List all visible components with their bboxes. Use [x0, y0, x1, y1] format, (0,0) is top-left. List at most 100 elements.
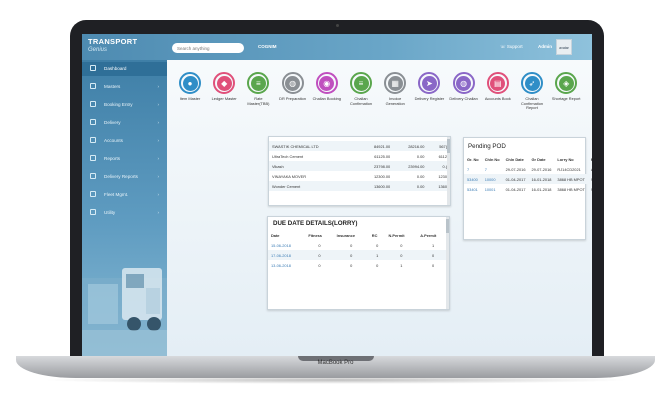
- table-row[interactable]: Vikash 23798.00 23994.00 0.(: [269, 161, 450, 171]
- table-row[interactable]: 53401 10001 01-04-2017 16-01-2018 3868 HB MP…: [464, 184, 592, 194]
- main-content: ● Item Master ◆ Ledger Master ≡ Rate Master(T…: [167, 60, 592, 356]
- column-header[interactable]: RC: [369, 230, 386, 240]
- avatar[interactable]: avatar: [556, 39, 572, 55]
- table-row[interactable]: 15-06-2018 0 0 0 0 1: [268, 240, 449, 250]
- column-header[interactable]: Gr Date: [529, 154, 555, 164]
- ledger-scrollbar[interactable]: [447, 137, 450, 205]
- accounts-icon: [90, 137, 96, 143]
- quick-action-bar: ● Item Master ◆ Ledger Master ≡ Rate Master(T…: [175, 72, 587, 124]
- quick-action-delivery-challan[interactable]: ◍ Delivery Challan: [449, 72, 479, 102]
- table-row[interactable]: 53400 10000 01-04-2017 16-01-2018 3868 HB MP…: [464, 174, 592, 184]
- table-row[interactable]: 7729-07-201629-07-2016RJ14CD2021Aman: [464, 164, 592, 174]
- quick-action-invoice-generation[interactable]: ▦ Invoice Generation: [380, 72, 410, 106]
- app-logo[interactable]: TRANSPORT Genius: [88, 38, 137, 54]
- column-header[interactable]: Gr. No: [464, 154, 482, 164]
- column-header[interactable]: N.Permit: [386, 230, 418, 240]
- sidebar-item-delivery-reports[interactable]: Delivery Reports ›: [82, 170, 167, 184]
- table-cell: SWASTIK: [588, 184, 592, 194]
- sidebar-item-reports[interactable]: Reports ›: [82, 152, 167, 166]
- column-header[interactable]: Chln No: [482, 154, 503, 164]
- chevron-right-icon: ›: [157, 84, 160, 89]
- tag-icon: ◆: [216, 75, 232, 91]
- sidebar-item-delivery[interactable]: Delivery ›: [82, 116, 167, 130]
- quick-action-ledger-master[interactable]: ◆ Ledger Master: [209, 72, 239, 102]
- table-cell: Wonder Cement: [269, 181, 359, 191]
- reports-icon: [90, 155, 96, 161]
- grid-icon: ▦: [387, 75, 403, 91]
- column-header[interactable]: Chln Date: [503, 154, 529, 164]
- table-cell: 61125.00: [374, 153, 391, 159]
- chevron-right-icon: ›: [157, 102, 160, 107]
- date-link[interactable]: 17-06-2018: [268, 250, 306, 260]
- table-row[interactable]: 17-06-2018 0 0 1 0 0: [268, 250, 449, 260]
- quick-action-delivery-register[interactable]: ➤ Delivery Register: [414, 72, 444, 102]
- column-header[interactable]: Party N: [588, 154, 592, 164]
- table-row[interactable]: SWASTIK CHEMICAL LTD 84921.00 28216.00 567(: [269, 141, 450, 151]
- app-screen: TRANSPORT Genius COGNIM ☏ Support Admin …: [82, 34, 592, 356]
- pod-link[interactable]: 53400: [464, 174, 482, 184]
- user-icon: ●: [182, 75, 198, 91]
- pod-link[interactable]: 53401: [464, 184, 482, 194]
- laptop-model-label: MacBook Pro: [317, 360, 354, 366]
- sidebar-item-fleet-mgmt[interactable]: Fleet Mgmt. ›: [82, 188, 167, 202]
- quick-action-rate-master-tbb[interactable]: ≡ Rate Master(TBB): [243, 72, 273, 106]
- quick-action-accounts-book[interactable]: ▤ Accounts Book: [483, 72, 513, 102]
- sidebar-item-accounts[interactable]: Accounts ›: [82, 134, 167, 148]
- pod-link[interactable]: 10000: [481, 174, 503, 184]
- table-cell: Vikash: [269, 161, 359, 171]
- quick-action-challan-booking[interactable]: ◉ Challan Booking: [312, 72, 342, 102]
- quick-action-shortage-report[interactable]: ◈ Shortage Report: [551, 72, 581, 102]
- column-header[interactable]: Lorry No: [554, 154, 587, 164]
- table-cell: 1: [368, 250, 386, 260]
- pending-pod-title: Pending POD: [468, 143, 506, 150]
- fleet-icon: [90, 191, 96, 197]
- search-input[interactable]: [172, 43, 244, 53]
- table-cell: 0: [350, 262, 353, 268]
- due-date-scrollbar[interactable]: [446, 217, 449, 309]
- quick-action-label: Accounts Book: [484, 96, 511, 101]
- column-header[interactable]: A.Permit: [417, 230, 449, 240]
- table-cell: 3868 HB MPOT: [557, 186, 585, 192]
- sidebar-item-label: Reports: [104, 156, 121, 161]
- pending-pod-panel: Pending POD Gr. No Chln No Chln Date Gr Dat…: [463, 137, 592, 240]
- table-row[interactable]: VINAYAKA MOVER 12300.00 0.00 1230: [269, 171, 450, 181]
- table-cell: 0: [432, 262, 435, 268]
- pod-link[interactable]: 7: [464, 164, 482, 174]
- table-cell: 0.00: [416, 153, 425, 159]
- table-cell: SWASTIK: [587, 174, 592, 184]
- delivery-reports-icon: [90, 173, 96, 179]
- sidebar-item-utility[interactable]: Utility ›: [82, 206, 167, 220]
- pod-link[interactable]: 7: [482, 164, 503, 174]
- column-header[interactable]: Date: [268, 230, 305, 240]
- sidebar-item-booking-entry[interactable]: Booking Entry ›: [82, 98, 167, 112]
- table-cell: 0: [400, 242, 403, 248]
- table-cell: 29-07-2016: [505, 166, 526, 172]
- masters-icon: [90, 83, 96, 89]
- column-header[interactable]: Insurance: [334, 230, 369, 240]
- table-cell: 0: [318, 242, 321, 248]
- due-date-panel: DUE DATE DETAILS(LORRY) Date Fitness Insur…: [267, 216, 450, 310]
- table-row[interactable]: Wonder Cement 13600.00 0.00 1360: [269, 181, 450, 191]
- support-link[interactable]: ☏ Support: [500, 44, 523, 50]
- user-name[interactable]: Admin: [538, 44, 552, 49]
- column-header[interactable]: Fitness: [305, 230, 333, 240]
- quick-action-challan-confirmation[interactable]: ≡ Challan Confirmation: [346, 72, 376, 106]
- pod-link[interactable]: 10001: [482, 184, 503, 194]
- map-icon: ◈: [558, 75, 574, 91]
- table-cell: 0: [376, 262, 379, 268]
- top-bar: TRANSPORT Genius COGNIM ☏ Support Admin …: [82, 34, 592, 60]
- sidebar-item-masters[interactable]: Masters ›: [82, 80, 167, 94]
- table-cell: Aman: [588, 164, 592, 174]
- quick-action-label: DR Preparation: [279, 96, 306, 101]
- date-link[interactable]: 15-06-2018: [268, 240, 305, 250]
- quick-action-dr-preparation[interactable]: ◍ DR Preparation: [278, 72, 308, 102]
- table-row[interactable]: 13-06-2018 0 0 0 1 0: [268, 260, 449, 270]
- quick-action-label: Ledger Master: [211, 96, 237, 101]
- dashboard-icon: [90, 65, 96, 71]
- sidebar-item-dashboard[interactable]: Dashboard: [82, 62, 167, 76]
- book-icon: ▤: [490, 75, 506, 91]
- date-link[interactable]: 13-06-2018: [268, 260, 305, 270]
- table-row[interactable]: UltraTech Cement 61125.00 0.00 6112: [269, 151, 450, 161]
- quick-action-item-master[interactable]: ● Item Master: [175, 72, 205, 102]
- quick-action-challan-confirmation-report[interactable]: ➶ Challan Confirmation Report: [517, 72, 547, 111]
